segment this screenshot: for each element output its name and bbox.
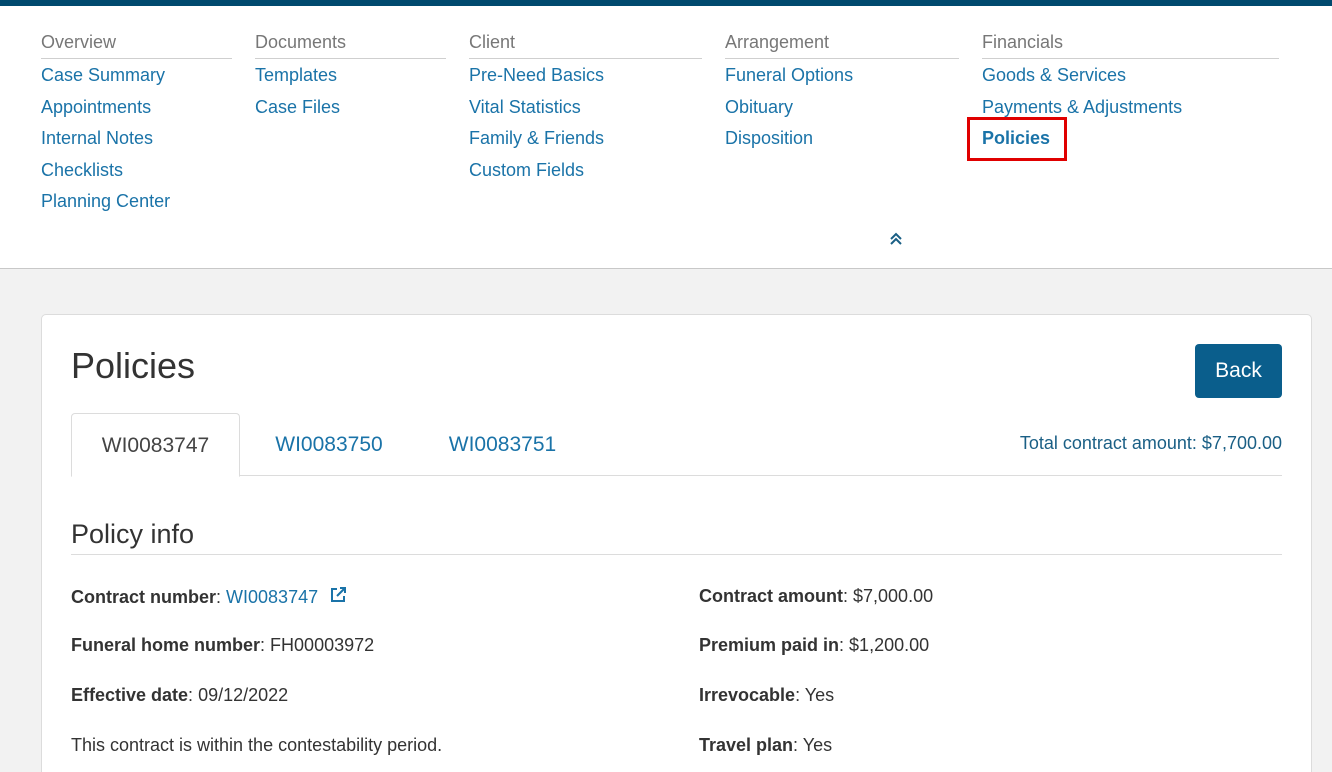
tab-wi0083747[interactable]: WI0083747 [71, 413, 240, 477]
field-value: $1,200.00 [849, 635, 930, 655]
external-link-icon[interactable] [329, 586, 347, 604]
tab-wi0083751[interactable]: WI0083751 [425, 413, 580, 476]
field-label: Premium paid in [699, 635, 840, 655]
nav-column-financials: Financials Goods & Services Payments & A… [982, 31, 1279, 154]
nav-column-arrangement: Arrangement Funeral Options Obituary Dis… [725, 31, 959, 154]
nav-link-policies[interactable]: Policies [982, 122, 1279, 154]
back-button[interactable]: Back [1195, 344, 1282, 398]
field-value: FH00003972 [270, 635, 375, 655]
nav-link-disposition[interactable]: Disposition [725, 122, 959, 154]
field-label: Contract amount [699, 586, 843, 606]
field-value: 09/12/2022 [198, 685, 289, 705]
field-label: Irrevocable [699, 685, 796, 705]
nav-link-templates[interactable]: Templates [255, 59, 446, 91]
collapse-nav-icon [890, 232, 902, 245]
field-value: Yes [804, 685, 835, 705]
nav-link-family-friends[interactable]: Family & Friends [469, 122, 702, 154]
nav-column-client: Client Pre-Need Basics Vital Statistics … [469, 31, 702, 185]
nav-link-payments-adjustments[interactable]: Payments & Adjustments [982, 91, 1279, 123]
nav-link-appointments[interactable]: Appointments [41, 91, 232, 123]
nav-link-goods-services[interactable]: Goods & Services [982, 59, 1279, 91]
page-title: Policies [71, 345, 196, 386]
nav-link-case-summary[interactable]: Case Summary [41, 59, 232, 91]
nav-heading-arrangement: Arrangement [725, 31, 959, 59]
nav-column-documents: Documents Templates Case Files [255, 31, 446, 122]
field-label: Effective date [71, 685, 189, 705]
tab-wi0083750[interactable]: WI0083750 [249, 413, 409, 476]
field-effective-date: Effective date: 09/12/2022 [71, 685, 289, 705]
nav-heading-client: Client [469, 31, 702, 59]
field-premium-paid-in: Premium paid in: $1,200.00 [699, 635, 930, 655]
contestability-note: This contract is within the contestabili… [71, 735, 443, 755]
field-value: $7,000.00 [853, 586, 934, 606]
nav-link-obituary[interactable]: Obituary [725, 91, 959, 123]
field-label: Funeral home number [71, 635, 261, 655]
nav-column-overview: Overview Case Summary Appointments Inter… [41, 31, 232, 217]
nav-heading-overview: Overview [41, 31, 232, 59]
field-value: Yes [802, 735, 833, 755]
nav-link-internal-notes[interactable]: Internal Notes [41, 122, 232, 154]
case-navigation: Overview Case Summary Appointments Inter… [0, 6, 1332, 269]
field-label: Travel plan [699, 735, 794, 755]
section-title-policy-info: Policy info [71, 519, 1282, 555]
nav-link-funeral-options[interactable]: Funeral Options [725, 59, 959, 91]
field-funeral-home-number: Funeral home number: FH00003972 [71, 635, 375, 655]
field-travel-plan: Travel plan: Yes [699, 735, 833, 755]
nav-heading-documents: Documents [255, 31, 446, 59]
policies-card: Policies Back WI0083747 WI0083750 WI0083… [41, 314, 1312, 772]
double-chevron-up-icon[interactable] [884, 232, 908, 252]
nav-link-checklists[interactable]: Checklists [41, 154, 232, 186]
field-irrevocable: Irrevocable: Yes [699, 685, 835, 705]
contract-number-link[interactable]: WI0083747 [226, 587, 318, 607]
nav-heading-financials: Financials [982, 31, 1279, 59]
field-contract-amount: Contract amount: $7,000.00 [699, 586, 934, 606]
nav-link-case-files[interactable]: Case Files [255, 91, 446, 123]
field-contract-number: Contract number: WI0083747 [71, 586, 347, 608]
nav-link-planning-center[interactable]: Planning Center [41, 185, 232, 217]
nav-link-vital-statistics[interactable]: Vital Statistics [469, 91, 702, 123]
field-label: Contract number [71, 587, 217, 607]
total-contract-amount: Total contract amount: $7,700.00 [1019, 433, 1282, 453]
nav-link-pre-need-basics[interactable]: Pre-Need Basics [469, 59, 702, 91]
nav-link-custom-fields[interactable]: Custom Fields [469, 154, 702, 186]
